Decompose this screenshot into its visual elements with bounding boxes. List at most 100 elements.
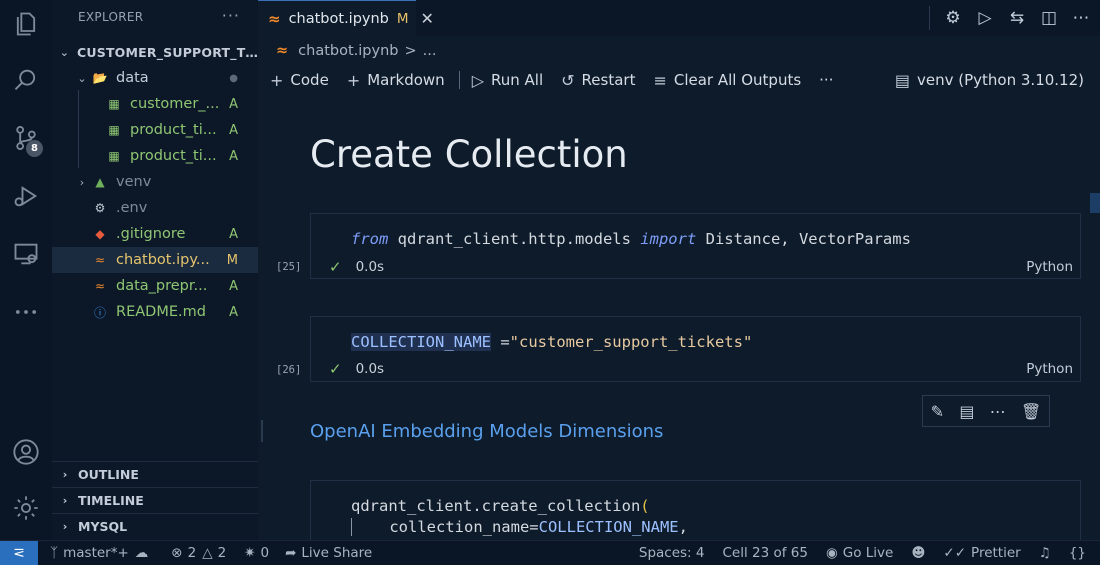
git-icon: ◆ [95,227,105,241]
run-debug-icon[interactable] [0,176,52,216]
tree-file-data-prepr[interactable]: ≈ data_prepr... A [52,273,258,299]
folder-icon: ▲ [95,175,105,189]
section-timeline[interactable]: › TIMELINE [52,487,258,513]
trash-icon[interactable]: 🗑 [1021,402,1041,421]
run-all-button[interactable]: ▷ Run All [472,71,543,90]
workspace-root[interactable]: ⌄ CUSTOMER_SUPPORT_TI... [52,39,258,65]
git-branch-icon: ᛉ [50,545,59,561]
tree-file-product-2[interactable]: ▦ product_ti... A [52,143,258,169]
chevron-right-icon: › [62,520,68,533]
notebook-toolbar: + Code + Markdown ▷ Run All ↺ Restart ≡ … [258,66,1100,94]
toolbar-more-button[interactable]: ··· [819,71,833,89]
chevron-right-icon: › [62,494,68,507]
source-control-badge: 8 [26,140,43,157]
code-cell-create-collection[interactable]: qdrant_client.create_collection( collect… [310,480,1081,540]
workspace-root-label: CUSTOMER_SUPPORT_TI... [77,44,258,60]
broadcast-icon: ✷ [244,545,256,561]
search-icon[interactable] [0,60,52,100]
execution-count: [25] [276,261,302,273]
split-editor-icon[interactable]: ◫ [1040,8,1058,28]
tree-file-gitignore[interactable]: ◆ .gitignore A [52,221,258,247]
check-icon: ✓ [329,360,342,378]
remote-indicator-icon[interactable]: ⋜ [0,540,38,565]
warning-icon: △ [202,545,213,561]
restart-button[interactable]: ↺ Restart [561,71,635,90]
spreadsheet-file-icon: ▦ [108,97,120,111]
breadcrumb: ≈ chatbot.ipynb > ... [276,43,437,59]
clear-all-icon: ≡ [653,70,667,90]
explorer-icon[interactable] [0,4,52,44]
code-cell-26[interactable]: COLLECTION_NAME ="customer_support_ticke… [310,316,1081,382]
branch-status[interactable]: ᛉ master*+ ☁ [50,545,153,561]
jupyter-icon: ≈ [268,9,281,28]
plus-icon: + [346,70,361,90]
section-outline[interactable]: › OUTLINE [52,461,258,487]
run-all-icon: ▷ [471,70,484,90]
status-bar: ⋜ ᛉ master*+ ☁ ⊗ 2 △ 2 ✷ 0 ➦ Live Share … [0,540,1100,565]
copilot-icon[interactable]: ☻ [911,545,925,561]
spreadsheet-file-icon: ▦ [108,149,120,163]
plus-icon: + [270,70,284,90]
tree-file-env[interactable]: ⚙ .env [52,195,258,221]
remote-explorer-icon[interactable] [0,234,52,274]
cell-language[interactable]: Python [1026,361,1073,377]
bell-icon[interactable]: ♫ [1039,545,1051,561]
add-code-cell-button[interactable]: + Code [270,71,329,90]
close-icon[interactable]: ✕ [421,9,434,28]
edit-pencil-icon[interactable]: ✎ [931,402,944,421]
compare-changes-icon[interactable]: ⇆ [1008,8,1026,28]
tab-chatbot[interactable]: ≈ chatbot.ipynb M ✕ [258,0,434,36]
scrollbar-thumb[interactable] [1090,193,1100,213]
editor-tab-bar: ≈ chatbot.ipynb M ✕ ⚙ ▷ ⇆ ◫ ⋯ [258,0,1100,36]
account-icon[interactable] [0,432,52,472]
more-icon[interactable]: ⋯ [990,402,1006,421]
add-markdown-cell-button[interactable]: + Markdown [347,71,445,90]
cell-language[interactable]: Python [1026,259,1073,275]
tree-file-chatbot[interactable]: ≈ chatbot.ipy... M [52,247,258,273]
source-control-icon[interactable]: 8 [0,118,52,158]
markdown-heading: Create Collection [310,133,628,176]
tree-folder-data[interactable]: ⌄ 📂 data ● [52,65,258,91]
split-cell-icon[interactable]: ▤ [959,402,974,421]
section-mysql[interactable]: › MYSQL [52,513,258,539]
check-icon: ✓ [329,258,342,276]
jupyter-icon: ≈ [94,253,106,267]
breadcrumb-more[interactable]: ... [423,43,437,59]
kernel-picker[interactable]: ▤ venv (Python 3.10.12) [895,71,1084,90]
spreadsheet-file-icon: ▦ [108,123,120,137]
more-icon[interactable] [0,292,52,332]
code-cell-25[interactable]: from qdrant_client.http.models import Di… [310,213,1081,279]
restart-icon: ↺ [561,70,575,90]
code-line: collection_name=COLLECTION_NAME, [351,518,688,536]
settings-gear-icon[interactable] [0,488,52,528]
indentation-status[interactable]: Spaces: 4 [639,545,705,561]
tree-file-customer[interactable]: ▦ customer_... A [52,91,258,117]
cell-toolbar: ✎ ▤ ⋯ 🗑 [922,395,1050,427]
execution-count: [26] [276,364,302,376]
explorer-more-button[interactable]: ··· [222,6,240,25]
braces-icon[interactable]: {} [1069,545,1086,561]
tree-file-product-1[interactable]: ▦ product_ti... A [52,117,258,143]
broadcast-icon: ◉ [825,545,838,561]
gear-icon[interactable]: ⚙ [944,8,962,28]
more-actions-icon[interactable]: ⋯ [1072,8,1090,28]
explorer-title: EXPLORER [78,10,144,24]
jupyter-icon: ≈ [276,43,289,59]
breadcrumb-file[interactable]: chatbot.ipynb [298,43,398,59]
ports-status[interactable]: ✷ 0 [244,545,269,561]
error-icon: ⊗ [171,545,183,561]
double-check-icon: ✓✓ [943,545,967,561]
live-share-button[interactable]: ➦ Live Share [285,545,372,561]
problems-status[interactable]: ⊗ 2 △ 2 [171,545,226,561]
tree-folder-venv[interactable]: › ▲ venv [52,169,258,195]
cell-status: ✓ 0.0s Python [329,258,1073,276]
live-share-icon: ➦ [285,545,297,561]
env-settings-icon: ⚙ [94,201,106,215]
clear-outputs-button[interactable]: ≡ Clear All Outputs [653,71,801,90]
prettier-button[interactable]: ✓✓ Prettier [943,545,1020,561]
code-line: qdrant_client.create_collection( [351,497,650,515]
run-icon[interactable]: ▷ [976,8,994,28]
tree-file-readme[interactable]: ⓘ README.md A [52,299,258,325]
cell-position-status[interactable]: Cell 23 of 65 [722,545,807,561]
go-live-button[interactable]: ◉ Go Live [826,545,893,561]
